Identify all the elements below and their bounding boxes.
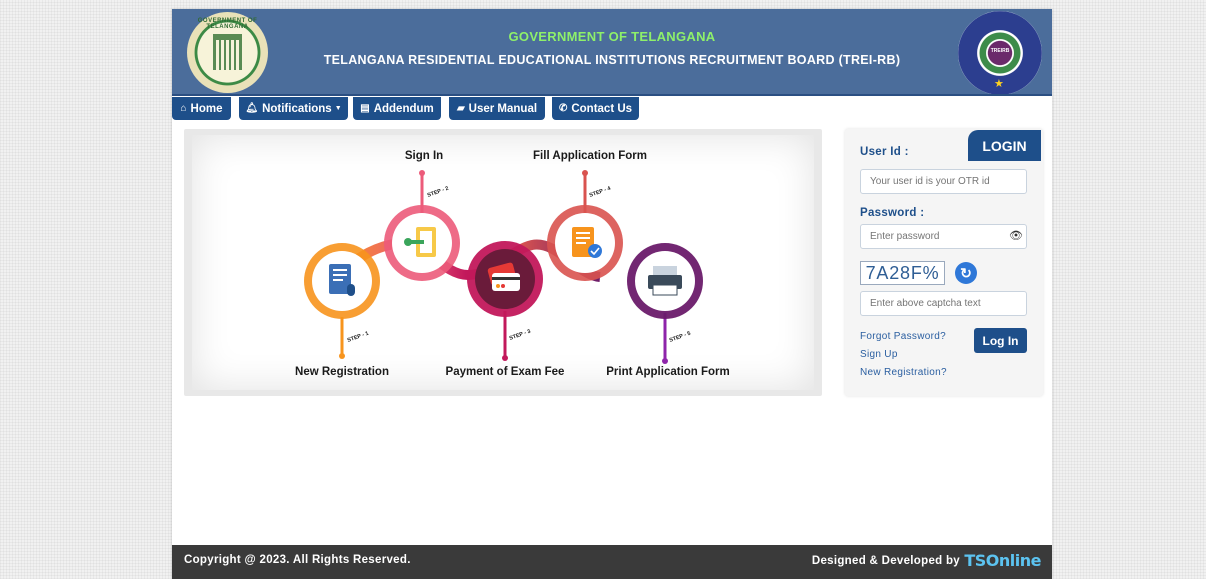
step-4-label: Fill Application Form bbox=[533, 150, 647, 162]
step-5-stem-dot bbox=[662, 358, 668, 364]
step-3-label: Payment of Exam Fee bbox=[446, 366, 565, 378]
site-header: GOVERNMENT OF TELANGANA GOVERNMENT OF TE… bbox=[172, 9, 1052, 96]
new-registration-link[interactable]: New Registration? bbox=[860, 367, 947, 378]
caret-down-icon: ▼ bbox=[334, 105, 342, 112]
step-4-tag: STEP - 4 bbox=[589, 185, 613, 199]
step-1-tag: STEP - 1 bbox=[347, 331, 370, 344]
step-2-tag: STEP - 2 bbox=[427, 186, 450, 199]
step-5-label: Print Application Form bbox=[606, 366, 730, 378]
main-navigation: ⌂ Home 🔔︎ Notifications ▼ ▤ Addendum ▰ U… bbox=[172, 97, 1052, 121]
tsonline-logo[interactable]: TSOnline bbox=[964, 551, 1041, 570]
step-5-circle bbox=[627, 243, 703, 319]
nav-addendum[interactable]: ▤ Addendum bbox=[353, 97, 441, 120]
step-5-tag: STEP - 5 bbox=[669, 331, 692, 344]
user-id-input[interactable] bbox=[860, 169, 1027, 194]
password-input[interactable] bbox=[860, 224, 1027, 249]
site-footer: Copyright @ 2023. All Rights Reserved. D… bbox=[172, 545, 1052, 579]
step-2-label: Sign In bbox=[405, 150, 443, 162]
login-tab: LOGIN bbox=[968, 130, 1041, 161]
eye-icon[interactable]: 👁︎ bbox=[1009, 229, 1023, 242]
steps-infographic: STEP - 1 STEP - 2 STEP - 3 STEP - 4 STEP… bbox=[192, 135, 814, 390]
password-field-wrapper: 👁︎ bbox=[845, 224, 1043, 249]
phone-icon: ✆ bbox=[558, 103, 568, 114]
book-icon: ▰ bbox=[456, 103, 465, 114]
home-icon: ⌂ bbox=[180, 103, 187, 114]
step-1-stem-dot bbox=[339, 353, 345, 359]
nav-contact-us-label: Contact Us bbox=[571, 102, 633, 115]
step-1-label: New Registration bbox=[295, 366, 389, 378]
step-3-stem-dot bbox=[502, 355, 508, 361]
nav-user-manual[interactable]: ▰ User Manual bbox=[449, 97, 545, 120]
copyright-text: Copyright @ 2023. All Rights Reserved. bbox=[184, 554, 411, 566]
step-4-circle bbox=[547, 205, 623, 281]
captcha-input[interactable] bbox=[860, 291, 1027, 316]
nav-notifications-label: Notifications bbox=[262, 102, 332, 115]
government-title: GOVERNMENT OF TELANGANA bbox=[508, 29, 716, 44]
sign-up-link[interactable]: Sign Up bbox=[860, 349, 898, 360]
step-2-circle bbox=[384, 205, 460, 281]
nav-home-label: Home bbox=[190, 102, 223, 115]
step-3-tag: STEP - 3 bbox=[509, 329, 532, 342]
page-container: GOVERNMENT OF TELANGANA GOVERNMENT OF TE… bbox=[172, 9, 1052, 579]
bell-icon: 🔔︎ bbox=[245, 103, 259, 114]
nav-home[interactable]: ⌂ Home bbox=[172, 97, 231, 120]
star-icon: ★ bbox=[994, 78, 1004, 90]
treirb-logo: TREIRB ★ bbox=[958, 11, 1042, 95]
treirb-logo-label: TREIRB bbox=[990, 48, 1010, 54]
nav-contact-us[interactable]: ✆ Contact Us bbox=[552, 97, 639, 120]
step-2-stem-dot bbox=[419, 170, 425, 176]
designed-by-text: Designed & Developed by bbox=[811, 555, 960, 567]
document-icon: ▤ bbox=[360, 103, 370, 114]
nav-user-manual-label: User Manual bbox=[468, 102, 538, 115]
board-title: TELANGANA RESIDENTIAL EDUCATIONAL INSTIT… bbox=[323, 53, 901, 67]
header-divider bbox=[172, 94, 1052, 96]
step-3-circle bbox=[467, 241, 543, 317]
login-button[interactable]: Log In bbox=[974, 328, 1027, 353]
login-panel: LOGIN User Id : Password : 👁︎ 7A28F% ↻ F… bbox=[845, 129, 1043, 396]
nav-addendum-label: Addendum bbox=[373, 102, 434, 115]
step-1-circle bbox=[304, 243, 380, 319]
captcha-image: 7A28F% bbox=[860, 261, 945, 285]
steps-infographic-svg: STEP - 1 STEP - 2 STEP - 3 STEP - 4 STEP… bbox=[295, 150, 730, 378]
step-4-stem-dot bbox=[582, 170, 588, 176]
refresh-captcha-icon[interactable]: ↻ bbox=[955, 262, 977, 284]
application-steps-panel: STEP - 1 STEP - 2 STEP - 3 STEP - 4 STEP… bbox=[184, 129, 822, 396]
user-id-label: User Id : bbox=[860, 146, 909, 158]
forgot-password-link[interactable]: Forgot Password? bbox=[860, 331, 946, 342]
nav-notifications[interactable]: 🔔︎ Notifications ▼ bbox=[239, 97, 348, 120]
password-label: Password : bbox=[860, 207, 925, 219]
